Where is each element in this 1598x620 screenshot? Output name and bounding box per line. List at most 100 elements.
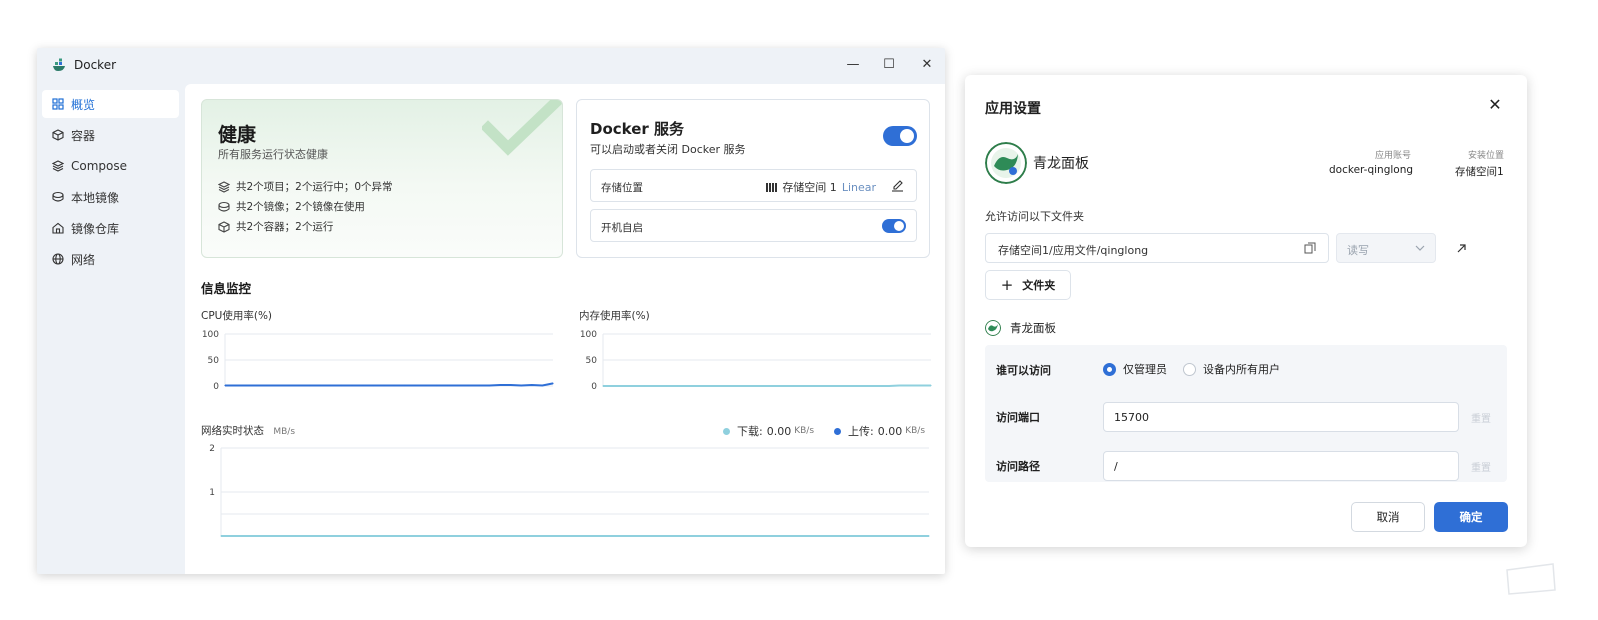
sidebar-item-containers[interactable]: 容器 — [42, 121, 179, 149]
download-unit: KB/s — [794, 426, 815, 436]
data-point — [634, 385, 636, 387]
sub-app-name: 青龙面板 — [1010, 321, 1056, 335]
radio-all-label: 设备内所有用户 — [1203, 363, 1280, 376]
account-value: docker-qinglong — [1329, 164, 1414, 176]
permission-value: 读写 — [1347, 244, 1369, 257]
upload-dot — [834, 427, 841, 435]
storage-type: Linear — [841, 180, 876, 194]
data-point — [667, 535, 669, 537]
storage-icon — [766, 182, 778, 192]
confirm-button[interactable]: 确定 — [1434, 502, 1508, 532]
data-point — [555, 535, 557, 537]
storage-label: 存储位置 — [601, 182, 643, 194]
maximize-button[interactable]: ☐ — [879, 56, 899, 74]
radio-dot-selected — [1103, 362, 1116, 376]
cube-icon — [52, 129, 64, 141]
health-projects: 共2个项目；2个运行中；0个异常 — [218, 179, 393, 194]
close-icon[interactable]: ✕ — [1487, 97, 1503, 113]
data-point — [676, 385, 678, 387]
radio-admin-label: 仅管理员 — [1123, 363, 1167, 376]
cancel-button[interactable]: 取消 — [1351, 502, 1425, 532]
sidebar-item-registry[interactable]: 镜像仓库 — [42, 214, 179, 242]
data-point — [888, 385, 890, 387]
sidebar-item-label: 本地镜像 — [71, 190, 120, 205]
folder-path-field[interactable]: 存储空间1/应用文件/qinglong — [985, 233, 1329, 263]
autostart-row: 开机自启 — [590, 209, 917, 242]
radio-all-users[interactable]: 设备内所有用户 — [1183, 361, 1280, 377]
legend-download: 下载: 0.00 KB/s — [723, 423, 814, 439]
add-folder-button[interactable]: + 文件夹 — [985, 270, 1071, 300]
radio-dot — [1183, 362, 1196, 376]
data-point — [319, 384, 321, 387]
data-point — [541, 384, 544, 387]
folder-path-text: 存储空间1/应用文件/qinglong — [998, 244, 1149, 257]
network-chart-label: 网络实时状态 MB/s — [201, 423, 295, 438]
copy-icon[interactable] — [1304, 242, 1316, 254]
layers-icon — [218, 180, 230, 193]
data-point — [630, 535, 632, 537]
health-images-text: 共2个镜像；2个镜像在使用 — [236, 201, 365, 213]
permission-select[interactable]: 读写 — [1336, 233, 1436, 263]
sidebar-item-compose[interactable]: Compose — [42, 152, 179, 180]
data-point — [383, 384, 385, 387]
health-title: 健康 — [218, 124, 257, 146]
data-point — [928, 535, 930, 537]
autostart-toggle[interactable] — [882, 219, 906, 233]
watermark-logo — [1503, 562, 1559, 596]
radio-admin-only[interactable]: 仅管理员 — [1103, 361, 1167, 377]
docker-service-toggle[interactable] — [883, 126, 917, 146]
data-point — [771, 385, 773, 387]
y-tick-label: 100 — [202, 330, 219, 340]
data-point — [697, 385, 699, 387]
path-input[interactable]: / — [1103, 451, 1459, 481]
data-point — [256, 384, 258, 387]
check-mark-icon — [482, 100, 562, 156]
edit-icon[interactable] — [891, 179, 904, 192]
memory-chart: 100 50 0 — [580, 330, 932, 392]
access-settings-panel: 谁可以访问 仅管理员 设备内所有用户 访问端口 15700 重置 访问路径 / … — [985, 345, 1507, 482]
watermark-shape — [1506, 563, 1556, 595]
network-label-text: 网络实时状态 — [201, 425, 264, 437]
sidebar-item-overview[interactable]: 概览 — [42, 90, 179, 118]
dialog-title: 应用设置 — [985, 101, 1041, 117]
data-point — [372, 384, 374, 387]
health-images: 共2个镜像；2个镜像在使用 — [218, 199, 365, 214]
data-point — [856, 385, 858, 387]
add-folder-label: 文件夹 — [1022, 279, 1056, 292]
data-point — [814, 385, 816, 387]
data-point — [446, 384, 448, 387]
y-tick-label: 1 — [209, 488, 215, 498]
data-point — [644, 385, 646, 387]
disk-icon — [52, 191, 64, 202]
service-title: Docker 服务 — [590, 120, 685, 138]
chevron-down-icon — [1415, 245, 1425, 251]
globe-icon — [52, 253, 64, 265]
data-point — [824, 385, 826, 387]
docker-service-card: Docker 服务 可以启动或者关闭 Docker 服务 存储位置 存储空间 1… — [576, 99, 930, 258]
y-tick-label: 0 — [591, 382, 597, 392]
minimize-button[interactable]: — — [843, 56, 863, 74]
sidebar-item-local-images[interactable]: 本地镜像 — [42, 183, 179, 211]
data-point — [457, 384, 459, 387]
health-containers: 共2个容器；2个运行 — [218, 219, 333, 234]
network-chart: 21 — [209, 444, 930, 537]
data-point — [481, 535, 483, 537]
port-input[interactable]: 15700 — [1103, 402, 1459, 432]
data-point — [257, 535, 259, 537]
folders-label: 允许访问以下文件夹 — [985, 210, 1084, 223]
data-point — [224, 384, 226, 387]
data-point — [704, 535, 707, 537]
title-bar: Docker — ☐ ✕ — [37, 48, 945, 82]
port-label: 访问端口 — [996, 411, 1040, 424]
close-button[interactable]: ✕ — [917, 56, 937, 74]
data-point — [909, 384, 911, 387]
port-reset-button[interactable]: 重置 — [1471, 410, 1491, 425]
health-card: 健康 所有服务运行状态健康 共2个项目；2个运行中；0个异常 共2个镜像；2个镜… — [201, 99, 563, 258]
data-point — [708, 385, 710, 387]
external-link-icon[interactable] — [1456, 243, 1467, 254]
path-reset-button[interactable]: 重置 — [1471, 459, 1491, 474]
sidebar-item-network[interactable]: 网络 — [42, 245, 179, 273]
data-point — [404, 384, 406, 387]
sidebar: 概览 容器 Compose 本地镜像 镜像仓库 网络 — [37, 88, 185, 276]
data-point — [309, 384, 311, 387]
